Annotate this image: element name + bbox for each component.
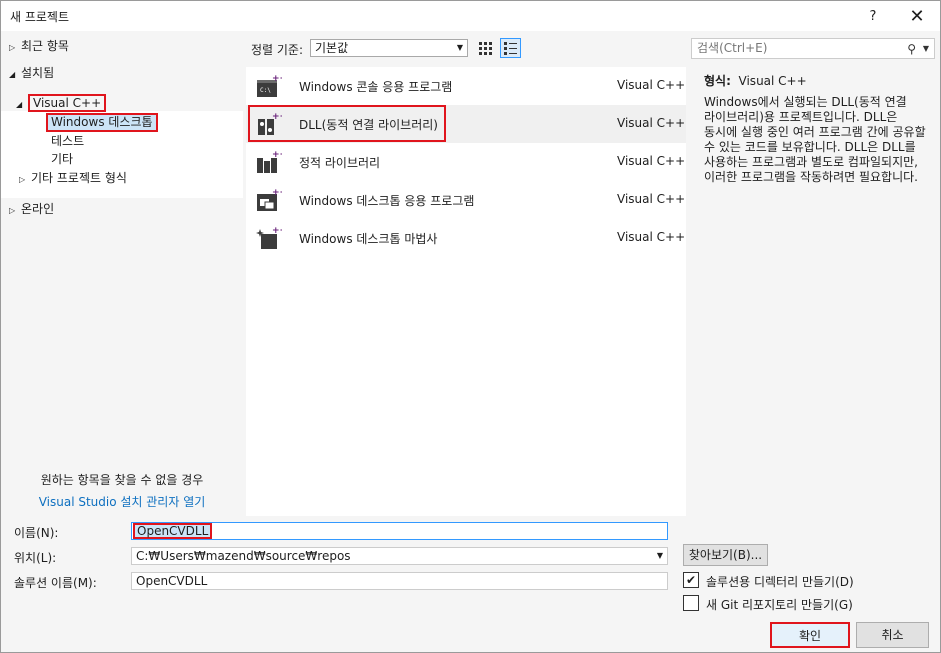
close-button[interactable]: ✕ bbox=[897, 1, 937, 31]
expanded-down-icon: ◢ bbox=[16, 100, 23, 109]
window-title: 새 프로젝트 bbox=[10, 10, 70, 24]
not-found-text: 원하는 항목을 찾을 수 없을 경우 bbox=[40, 473, 204, 487]
template-item-static-library[interactable]: ++ 정적 라이브러리 Visual C++ bbox=[246, 143, 686, 181]
open-installer-link[interactable]: Visual Studio 설치 관리자 열기 bbox=[1, 493, 243, 510]
tree-item-installed[interactable]: ◢ 설치됨 bbox=[9, 63, 54, 83]
expand-right-icon: ▷ bbox=[9, 206, 16, 215]
tree-item-visual-cpp[interactable]: ◢ Visual C++ bbox=[16, 93, 107, 113]
svg-text:++: ++ bbox=[272, 112, 282, 122]
svg-text:++: ++ bbox=[272, 188, 282, 198]
location-dropdown[interactable]: C:₩Users₩mazend₩source₩repos ▼ bbox=[131, 547, 668, 565]
desktop-wizard-icon: ++ bbox=[256, 226, 282, 249]
ok-button[interactable]: 확인 bbox=[770, 622, 850, 648]
sort-dropdown[interactable]: 기본값 ▼ bbox=[310, 39, 468, 57]
tree-item-other-project-types[interactable]: ▷ 기타 프로젝트 형식 bbox=[19, 168, 127, 188]
visual-cpp-highlight: Visual C++ bbox=[28, 94, 107, 112]
console-app-icon: C:\ ++ bbox=[257, 74, 282, 97]
dropdown-arrow-icon: ▼ bbox=[656, 551, 663, 560]
template-item-desktop-app[interactable]: ++ Windows 데스크톱 응용 프로그램 Visual C++ bbox=[246, 181, 686, 219]
search-input[interactable]: 검색(Ctrl+E) ⚲ ▼ bbox=[691, 38, 935, 59]
svg-text:++: ++ bbox=[272, 74, 282, 84]
category-tree: ▷ 최근 항목 ◢ 설치됨 ◢ Visual C++ Windows 데스크톱 테스트… bbox=[1, 31, 243, 516]
solution-name-label: 솔루션 이름(M): bbox=[14, 576, 97, 590]
expand-right-icon: ▷ bbox=[9, 43, 16, 52]
svg-text:++: ++ bbox=[272, 150, 282, 160]
expand-right-icon: ▷ bbox=[19, 175, 26, 184]
list-view-button[interactable] bbox=[500, 38, 521, 58]
create-directory-label: 솔루션용 디렉터리 만들기(D) bbox=[706, 575, 854, 589]
description-text: Windows에서 실행되는 DLL(동적 연결 라이브러리)용 프로젝트입니다… bbox=[704, 95, 926, 184]
static-library-icon: ++ bbox=[257, 150, 282, 173]
tree-item-online[interactable]: ▷ 온라인 bbox=[9, 199, 54, 219]
type-value: Visual C++ bbox=[738, 74, 807, 88]
dll-icon: ++ bbox=[258, 112, 282, 135]
search-icon: ⚲ bbox=[907, 42, 916, 56]
windows-desktop-highlight: Windows 데스크톱 bbox=[46, 113, 158, 132]
cancel-button[interactable]: 취소 bbox=[856, 622, 929, 648]
sort-label: 정렬 기준: bbox=[251, 43, 304, 57]
template-item-console-app[interactable]: C:\ ++ Windows 콘솔 응용 프로그램 Visual C++ bbox=[246, 67, 686, 105]
name-label: 이름(N): bbox=[14, 526, 59, 540]
desktop-app-icon: ++ bbox=[257, 188, 282, 211]
small-icons-view-button[interactable] bbox=[475, 38, 496, 58]
dropdown-arrow-icon: ▼ bbox=[922, 44, 929, 53]
svg-text:++: ++ bbox=[272, 226, 282, 236]
svg-text:C:\: C:\ bbox=[260, 87, 271, 94]
tree-item-recent[interactable]: ▷ 최근 항목 bbox=[9, 36, 69, 56]
new-project-dialog: 새 프로젝트 ? ✕ ▷ 최근 항목 ◢ 설치됨 ◢ Visual C++ Windo… bbox=[0, 0, 941, 653]
type-label: 형식: bbox=[704, 74, 731, 88]
template-item-dll[interactable]: ++ DLL(동적 연결 라이브러리) Visual C++ bbox=[246, 105, 686, 143]
description-panel: 형식: Visual C++ Windows에서 실행되는 DLL(동적 연결 … bbox=[692, 67, 940, 516]
type-line: 형식: Visual C++ bbox=[704, 72, 807, 89]
name-selection: OpenCVDLL bbox=[133, 523, 213, 539]
create-directory-checkbox[interactable]: ✔ bbox=[683, 572, 699, 588]
help-button[interactable]: ? bbox=[853, 1, 893, 31]
template-list: C:\ ++ Windows 콘솔 응용 프로그램 Visual C++ ++ … bbox=[246, 67, 686, 516]
tree-item-test[interactable]: 테스트 bbox=[51, 131, 84, 151]
solution-name-input[interactable]: OpenCVDLL bbox=[131, 572, 668, 590]
name-input[interactable]: OpenCVDLL bbox=[131, 522, 668, 540]
tree-item-other[interactable]: 기타 bbox=[51, 149, 73, 169]
title-bar: 새 프로젝트 ? ✕ bbox=[1, 1, 940, 31]
expanded-down-icon: ◢ bbox=[9, 70, 16, 79]
create-git-checkbox[interactable] bbox=[683, 595, 699, 611]
grid-view-icon bbox=[479, 41, 492, 55]
tree-item-windows-desktop[interactable]: Windows 데스크톱 bbox=[46, 112, 158, 132]
create-git-label: 새 Git 리포지토리 만들기(G) bbox=[706, 598, 853, 612]
list-view-icon bbox=[504, 41, 517, 55]
checkmark-icon: ✔ bbox=[685, 573, 697, 587]
browse-button[interactable]: 찾아보기(B)... bbox=[683, 544, 768, 566]
dropdown-arrow-icon: ▼ bbox=[456, 43, 463, 52]
location-label: 위치(L): bbox=[14, 551, 57, 565]
template-item-desktop-wizard[interactable]: ++ Windows 데스크톱 마법사 Visual C++ bbox=[246, 219, 686, 257]
